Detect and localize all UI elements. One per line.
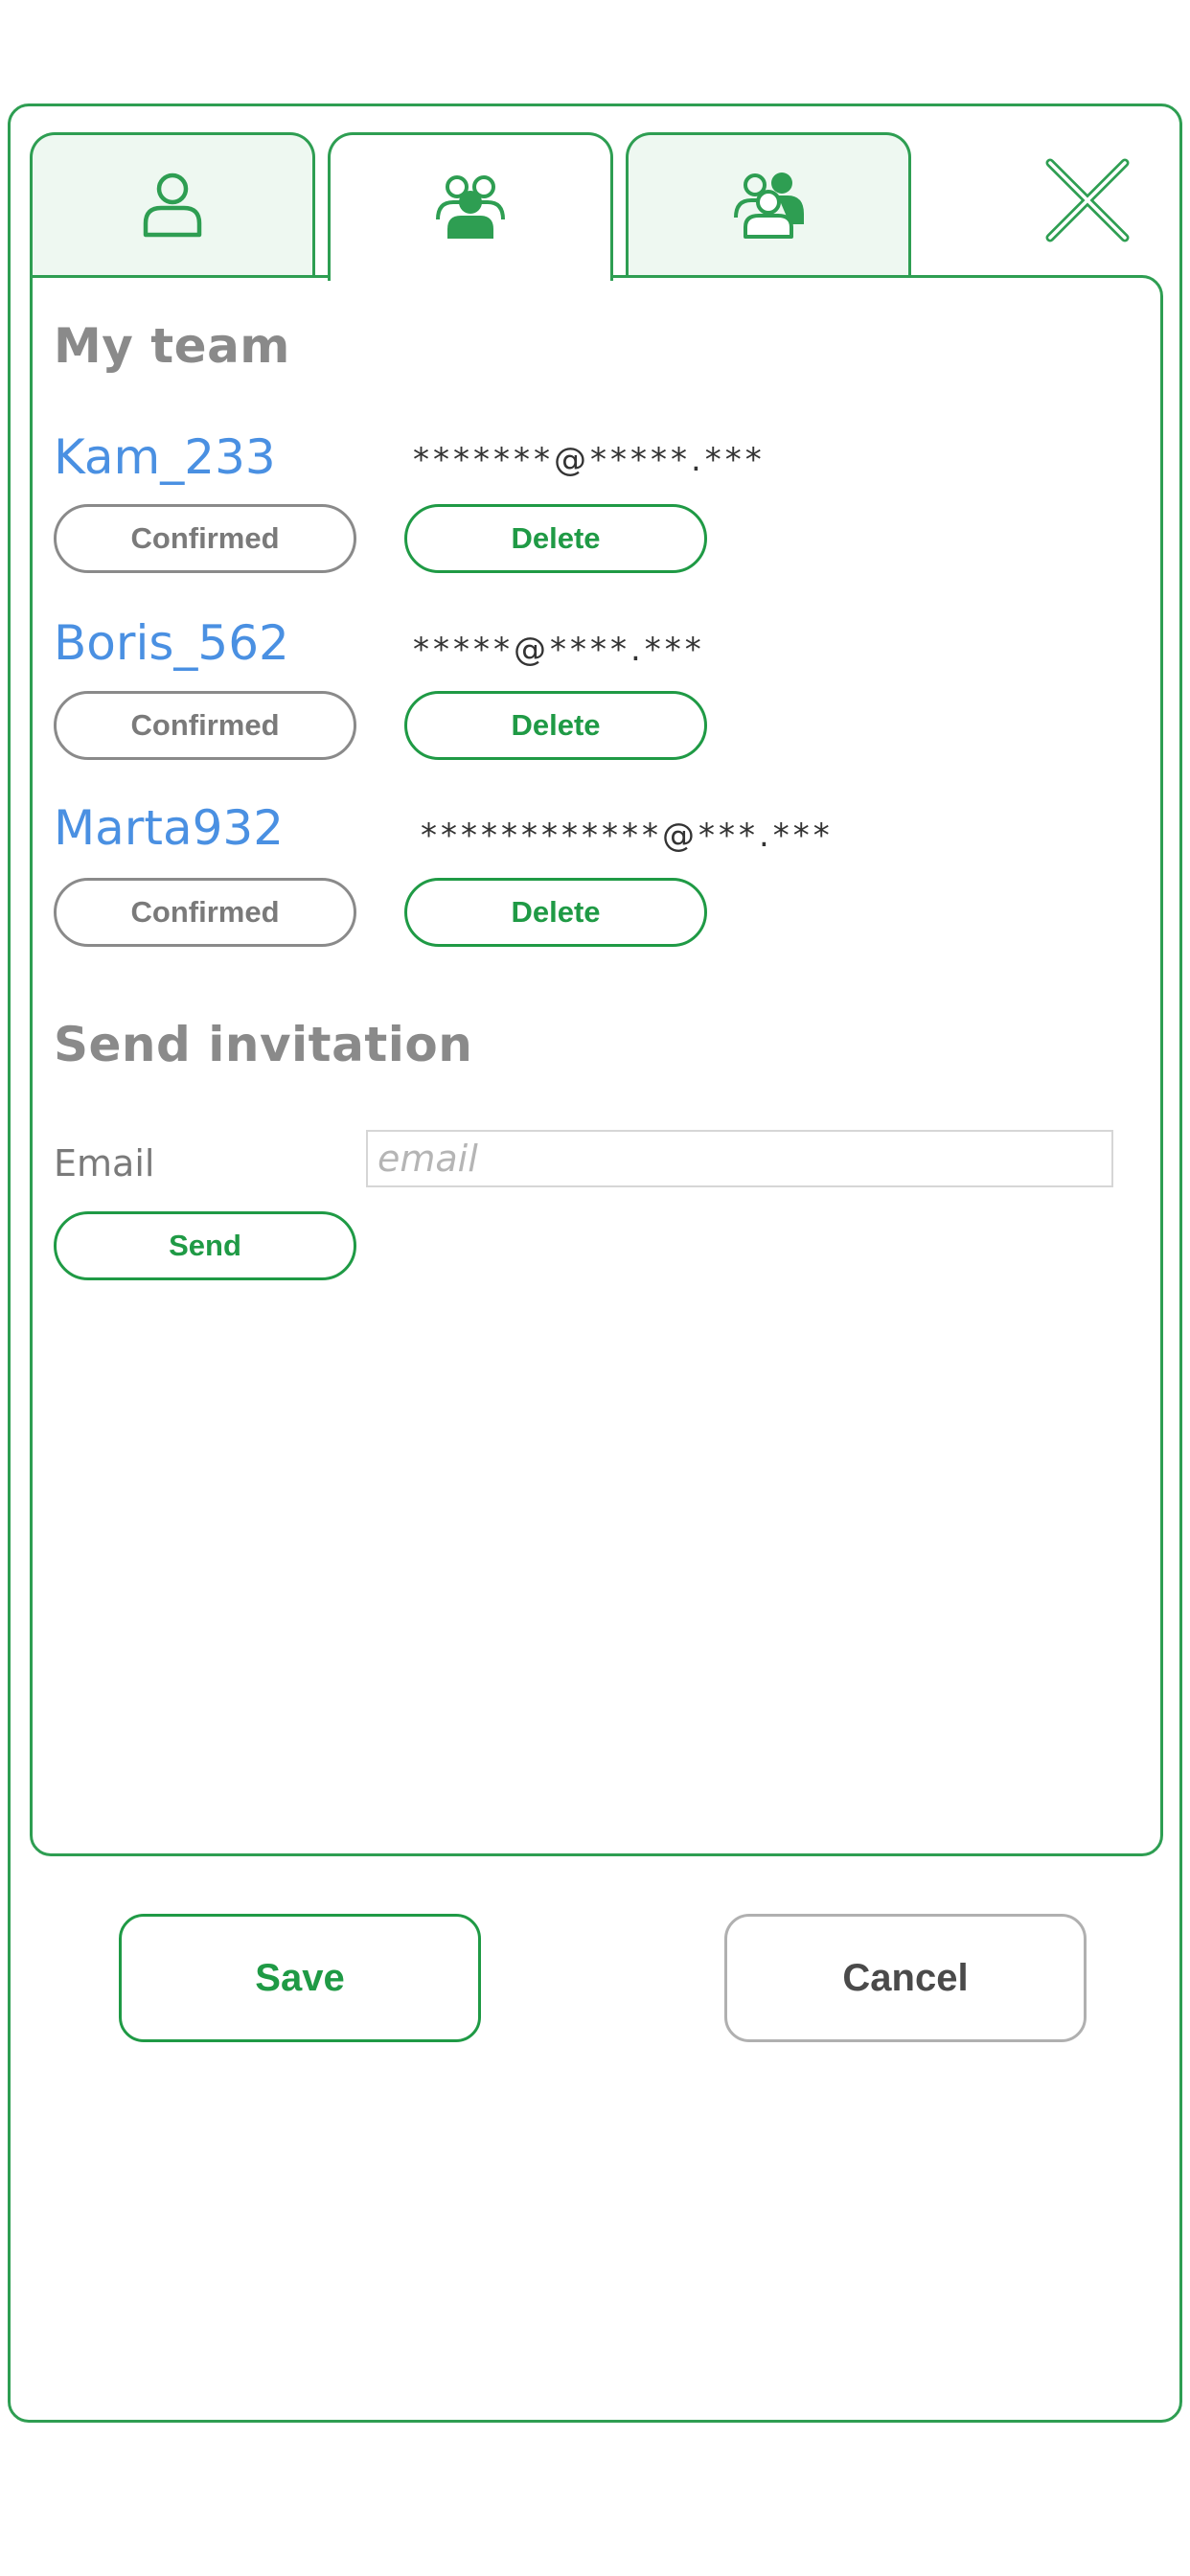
member-name: Marta932 [54,800,285,856]
member-email: ************@***.*** [421,816,834,855]
team-panel: My team Kam_233 *******@*****.*** Confir… [30,275,1163,1856]
delete-button[interactable]: Delete [404,691,707,760]
delete-button[interactable]: Delete [404,504,707,573]
team-icon [432,168,509,249]
close-button[interactable] [1042,157,1133,247]
close-icon [1042,155,1133,250]
user-icon [134,166,211,247]
status-badge: Confirmed [54,878,356,947]
email-label: Email [54,1142,155,1184]
status-badge: Confirmed [54,691,356,760]
member-name: Boris_562 [54,615,289,671]
send-invitation-title: Send invitation [54,1017,473,1072]
delete-button[interactable]: Delete [404,878,707,947]
send-button[interactable]: Send [54,1211,356,1280]
tab-my-team[interactable] [328,132,613,281]
member-email: *******@*****.*** [413,441,766,479]
team-invite-icon [730,166,807,247]
member-name: Kam_233 [54,429,276,485]
status-badge: Confirmed [54,504,356,573]
tab-profile[interactable] [30,132,315,278]
member-email: *****@****.*** [413,631,705,669]
email-input[interactable] [366,1130,1113,1187]
my-team-title: My team [54,318,290,374]
tab-invitations[interactable] [626,132,911,278]
save-button[interactable]: Save [119,1914,481,2042]
cancel-button[interactable]: Cancel [724,1914,1087,2042]
